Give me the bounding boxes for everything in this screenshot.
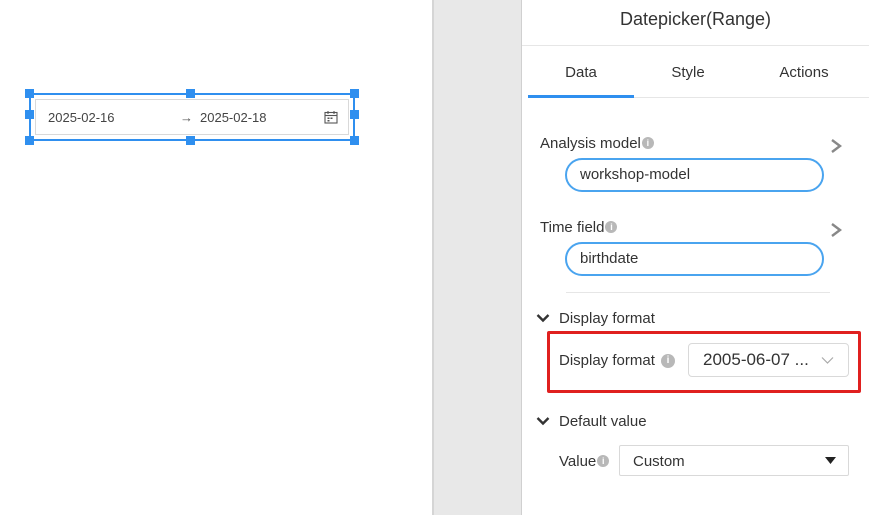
panel-tabs: Data Style Actions — [528, 47, 869, 98]
info-icon[interactable]: i — [641, 137, 654, 149]
resize-handle-top-right[interactable] — [350, 89, 359, 98]
panel-title: Datepicker(Range) — [522, 0, 869, 46]
value-label: Value i — [559, 453, 610, 470]
tab-data[interactable]: Data — [528, 47, 634, 98]
date-range-input[interactable]: 2025-02-16 → 2025-02-18 — [35, 99, 349, 135]
range-separator-arrow: → — [180, 109, 193, 125]
calendar-icon[interactable] — [324, 110, 338, 124]
display-format-section-header[interactable]: Display format — [559, 310, 655, 327]
analysis-model-label: Analysis model i — [540, 135, 654, 152]
resize-handle-bottom-right[interactable] — [350, 136, 359, 145]
design-canvas: 2025-02-16 → 2025-02-18 — [0, 0, 432, 515]
analysis-model-field[interactable]: workshop-model — [565, 158, 824, 192]
chevron-right-icon[interactable] — [830, 139, 842, 153]
resize-handle-left[interactable] — [25, 110, 34, 119]
tab-actions[interactable]: Actions — [754, 47, 854, 98]
section-divider — [566, 292, 830, 293]
chevron-down-icon[interactable] — [536, 313, 550, 323]
info-icon[interactable]: i — [605, 221, 618, 233]
chevron-down-icon[interactable] — [536, 416, 550, 426]
resize-handle-bottom[interactable] — [186, 136, 195, 145]
default-value-value: Custom — [633, 453, 685, 470]
time-field-field[interactable]: birthdate — [565, 242, 824, 276]
property-panel: Datepicker(Range) Data Style Actions Ana… — [522, 0, 869, 515]
info-icon[interactable]: i — [597, 455, 610, 467]
tab-style[interactable]: Style — [638, 47, 738, 98]
resize-handle-top-left[interactable] — [25, 89, 34, 98]
time-field-label: Time field i — [540, 219, 618, 236]
resize-handle-top[interactable] — [186, 89, 195, 98]
resize-handle-bottom-left[interactable] — [25, 136, 34, 145]
chevron-right-icon[interactable] — [830, 223, 842, 237]
resize-handle-right[interactable] — [350, 110, 359, 119]
default-value-section-header[interactable]: Default value — [559, 413, 647, 430]
range-start-date[interactable]: 2025-02-16 — [48, 110, 115, 125]
selected-datepicker-widget[interactable]: 2025-02-16 → 2025-02-18 — [25, 89, 359, 145]
default-value-select[interactable]: Custom — [619, 445, 849, 476]
caret-down-icon — [825, 457, 836, 464]
range-end-date[interactable]: 2025-02-18 — [200, 110, 267, 125]
highlight-box — [547, 331, 861, 393]
panel-divider — [432, 0, 522, 515]
